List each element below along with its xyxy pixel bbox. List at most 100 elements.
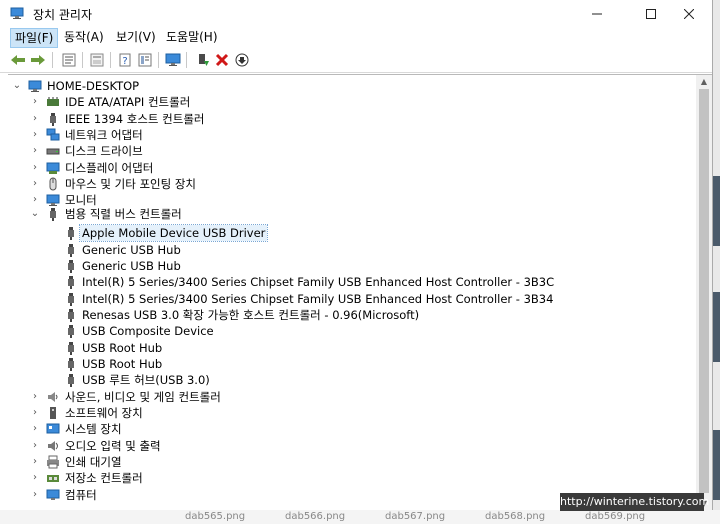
usb-plug-icon xyxy=(68,358,74,371)
title-bar: 장치 관리자 xyxy=(0,0,712,28)
minimize-button[interactable] xyxy=(574,0,620,28)
disable-icon xyxy=(235,53,249,67)
scrollbar-thumb[interactable] xyxy=(699,89,709,493)
collapse-arrow-icon[interactable]: ⌄ xyxy=(12,80,22,92)
expand-arrow-icon[interactable]: › xyxy=(30,129,40,141)
tree-category[interactable]: › 저장소 컨트롤러 xyxy=(8,470,696,486)
mouse-icon xyxy=(49,177,57,191)
tree-item-label: IDE ATA/ATAPI 컨트롤러 xyxy=(65,95,191,109)
tree-category[interactable]: › 사운드, 비디오 및 게임 컨트롤러 xyxy=(8,389,696,405)
tree-category[interactable]: › 마우스 및 기타 포인팅 장치 xyxy=(8,176,696,192)
disable-button[interactable] xyxy=(233,51,251,69)
monitor-button[interactable] xyxy=(164,51,182,69)
scroll-up-icon[interactable]: ▲ xyxy=(696,75,712,89)
menu-file[interactable]: 파일(F) xyxy=(10,28,59,48)
expand-arrow-icon[interactable]: › xyxy=(30,489,40,501)
view-button[interactable] xyxy=(136,51,154,69)
printer-icon xyxy=(47,455,59,469)
expand-arrow-icon[interactable]: › xyxy=(30,178,40,190)
usb-device-item[interactable]: Apple Mobile Device USB Driver xyxy=(8,224,696,242)
tree-item-label: 디스플레이 어댑터 xyxy=(65,161,154,175)
menu-view[interactable]: 보기(V) xyxy=(112,28,160,48)
expand-arrow-icon[interactable]: › xyxy=(30,407,40,419)
monitor-icon xyxy=(165,53,181,66)
expand-arrow-icon[interactable]: › xyxy=(30,472,40,484)
usb-plug-icon xyxy=(68,276,74,289)
computer-icon xyxy=(46,489,60,500)
tree-category[interactable]: › IDE ATA/ATAPI 컨트롤러 xyxy=(8,94,696,110)
device-manager-icon xyxy=(10,7,24,19)
expand-arrow-icon[interactable]: › xyxy=(30,162,40,174)
close-button[interactable] xyxy=(666,0,712,28)
tree-category[interactable]: › IEEE 1394 호스트 컨트롤러 xyxy=(8,111,696,127)
usb-device-item[interactable]: USB Root Hub xyxy=(8,356,696,372)
usb-device-item[interactable]: Generic USB Hub xyxy=(8,242,696,258)
expand-arrow-icon[interactable]: › xyxy=(30,423,40,435)
forward-button[interactable] xyxy=(29,51,47,69)
scan-button[interactable]: ? xyxy=(116,51,134,69)
tree-category[interactable]: › 네트워크 어댑터 xyxy=(8,127,696,143)
usb-plug-icon xyxy=(68,293,74,306)
menu-bar: 파일(F) 동작(A) 보기(V) 도움말(H) xyxy=(0,28,712,48)
background-file-label: dab566.png xyxy=(285,511,346,522)
expand-arrow-icon[interactable]: › xyxy=(30,113,40,125)
menu-help[interactable]: 도움말(H) xyxy=(162,28,222,48)
usb-device-item[interactable]: USB Root Hub xyxy=(8,340,696,356)
usb-icon xyxy=(50,208,56,221)
svg-text:?: ? xyxy=(122,56,127,67)
back-icon xyxy=(11,55,25,65)
tree-item-label: IEEE 1394 호스트 컨트롤러 xyxy=(65,112,205,126)
usb-device-item[interactable]: USB Composite Device xyxy=(8,323,696,339)
usb-plug-icon xyxy=(68,309,74,322)
background-file-label: dab567.png xyxy=(385,511,446,522)
background-file-label: dab568.png xyxy=(485,511,546,522)
expand-arrow-icon[interactable]: › xyxy=(30,96,40,108)
uninstall-button[interactable] xyxy=(213,51,231,69)
display-adapter-icon xyxy=(46,162,60,174)
properties-button[interactable] xyxy=(60,51,78,69)
forward-icon xyxy=(31,55,45,65)
background-thumbnail xyxy=(713,430,720,500)
tree-item-label: 모니터 xyxy=(65,193,97,207)
device-tree-view[interactable]: ⌄ HOME-DESKTOP ⌄ 범용 직렬 버스 컨트롤러 › IDE ATA/… xyxy=(8,74,712,511)
tree-root[interactable]: ⌄ HOME-DESKTOP xyxy=(8,78,696,94)
tree-item-label: USB Root Hub xyxy=(82,341,163,355)
tree-category[interactable]: › 디스플레이 어댑터 xyxy=(8,160,696,176)
storage-controller-icon xyxy=(47,475,59,482)
vertical-scrollbar[interactable]: ▲ ▼ xyxy=(696,75,712,511)
collapse-arrow-icon[interactable]: ⌄ xyxy=(30,208,40,220)
usb-plug-icon xyxy=(68,374,74,387)
tree-category[interactable]: › 모니터 xyxy=(8,192,696,208)
tree-category[interactable]: › 소프트웨어 장치 xyxy=(8,405,696,421)
expand-arrow-icon[interactable]: › xyxy=(30,391,40,403)
tree-category[interactable]: › 인쇄 대기열 xyxy=(8,454,696,470)
update-driver-button[interactable] xyxy=(194,51,212,69)
usb-device-item[interactable]: Renesas USB 3.0 확장 가능한 호스트 컨트롤러 - 0.96(M… xyxy=(8,307,696,323)
expand-arrow-icon[interactable]: › xyxy=(30,456,40,468)
monitor-icon xyxy=(46,194,60,206)
expand-arrow-icon[interactable]: › xyxy=(30,145,40,157)
expand-arrow-icon[interactable]: › xyxy=(30,194,40,206)
usb-device-item[interactable]: USB 루트 허브(USB 3.0) xyxy=(8,372,696,388)
expand-arrow-icon[interactable]: › xyxy=(30,440,40,452)
usb-device-item[interactable]: Generic USB Hub xyxy=(8,258,696,274)
back-button[interactable] xyxy=(9,51,27,69)
usb-plug-icon xyxy=(68,227,74,240)
help-button[interactable] xyxy=(88,51,106,69)
tree-category-usb[interactable]: ⌄ 범용 직렬 버스 컨트롤러 xyxy=(8,206,696,222)
usb-plug-icon xyxy=(68,260,74,273)
tree-item-label: USB Composite Device xyxy=(82,324,214,338)
usb-device-item[interactable]: Intel(R) 5 Series/3400 Series Chipset Fa… xyxy=(8,291,696,307)
usb-device-item[interactable]: Intel(R) 5 Series/3400 Series Chipset Fa… xyxy=(8,274,696,290)
tree-category[interactable]: › 오디오 입력 및 출력 xyxy=(8,438,696,454)
menu-action[interactable]: 동작(A) xyxy=(60,28,108,48)
tree-item-label: 사운드, 비디오 및 게임 컨트롤러 xyxy=(65,390,221,404)
toolbar-separator xyxy=(110,52,111,68)
tree-category[interactable]: › 시스템 장치 xyxy=(8,421,696,437)
tree-category[interactable]: › 디스크 드라이브 xyxy=(8,143,696,159)
tree-item-label: Apple Mobile Device USB Driver xyxy=(78,224,269,242)
toolbar: ? xyxy=(0,48,712,73)
device-manager-window: 장치 관리자 파일(F) 동작(A) 보기(V) 도움말(H) ? ⌄ HOME… xyxy=(0,0,713,511)
background-thumbnail xyxy=(713,292,720,362)
toolbar-separator xyxy=(158,52,159,68)
